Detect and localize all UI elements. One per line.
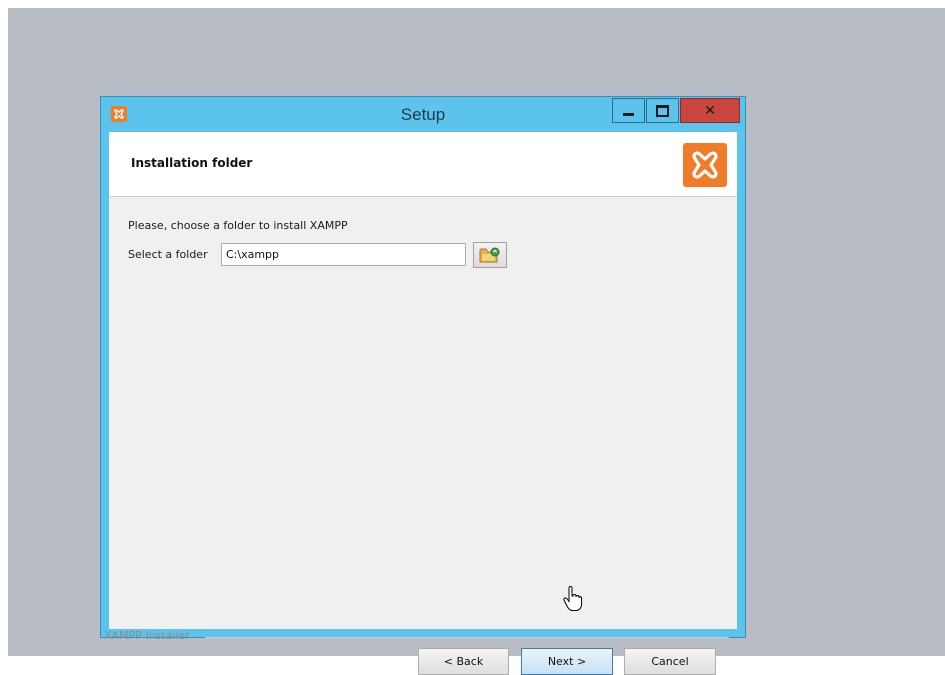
dialog-client-area: Installation folder Please, choose a fol… — [109, 132, 737, 629]
next-button[interactable]: Next > — [521, 648, 613, 675]
xampp-logo-icon — [683, 143, 727, 187]
minimize-button[interactable] — [612, 98, 645, 123]
setup-window: Setup ✕ Installation folder Please, choo… — [100, 96, 746, 675]
maximize-icon — [656, 104, 669, 117]
folder-browse-icon — [479, 247, 500, 263]
folder-label: Select a folder — [128, 248, 208, 261]
hand-pointer-icon — [563, 586, 583, 611]
back-button[interactable]: < Back — [418, 648, 509, 675]
cancel-button[interactable]: Cancel — [624, 648, 716, 675]
footer-divider — [205, 637, 729, 638]
page-title: Installation folder — [131, 156, 253, 170]
minimize-icon — [623, 113, 634, 116]
close-icon: ✕ — [704, 102, 716, 119]
header-band: Installation folder — [109, 132, 737, 197]
installer-branding: XAMPP Installer — [104, 629, 190, 642]
title-bar[interactable]: Setup ✕ — [101, 97, 745, 131]
instruction-text: Please, choose a folder to install XAMPP — [128, 219, 348, 232]
maximize-button[interactable] — [646, 98, 679, 123]
browse-folder-button[interactable] — [473, 242, 507, 268]
close-button[interactable]: ✕ — [680, 98, 740, 123]
folder-path-input[interactable] — [221, 243, 466, 266]
